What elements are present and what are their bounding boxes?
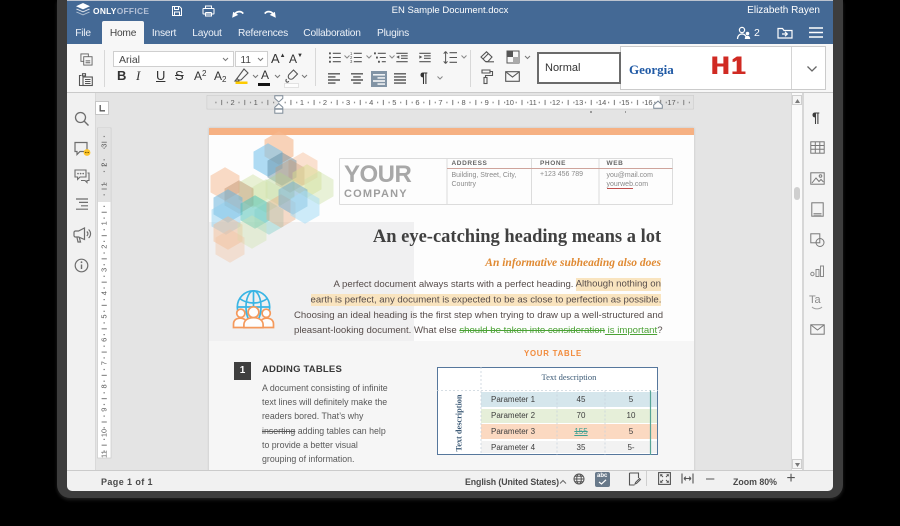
svg-text:5: 5 <box>100 314 109 318</box>
svg-text:9: 9 <box>100 408 109 412</box>
svg-text:16: 16 <box>644 98 652 107</box>
svg-text:11: 11 <box>100 450 109 458</box>
svg-text:1: 1 <box>299 98 303 107</box>
svg-text:5: 5 <box>392 98 396 107</box>
svg-text:2: 2 <box>230 98 234 107</box>
svg-text:14: 14 <box>598 98 606 107</box>
svg-text:15: 15 <box>621 98 629 107</box>
svg-text:12: 12 <box>551 98 559 107</box>
svg-text:2: 2 <box>100 245 109 249</box>
svg-text:1: 1 <box>100 221 109 225</box>
svg-text:9: 9 <box>484 98 488 107</box>
svg-text:10: 10 <box>100 429 109 437</box>
svg-text:10: 10 <box>505 98 513 107</box>
svg-text:4: 4 <box>100 291 109 295</box>
svg-text:13: 13 <box>574 98 582 107</box>
svg-text:1: 1 <box>253 98 257 107</box>
svg-text:8: 8 <box>100 384 109 388</box>
svg-text:3: 3 <box>100 144 109 148</box>
svg-text:11: 11 <box>529 98 537 107</box>
svg-text:2: 2 <box>100 163 109 167</box>
svg-text:7: 7 <box>438 98 442 107</box>
svg-text:17: 17 <box>667 98 675 107</box>
svg-text:1: 1 <box>100 182 109 186</box>
svg-text:4: 4 <box>369 98 373 107</box>
svg-text:6: 6 <box>100 338 109 342</box>
svg-text:3: 3 <box>346 98 350 107</box>
svg-text:6: 6 <box>415 98 419 107</box>
svg-text:8: 8 <box>461 98 465 107</box>
svg-text:2: 2 <box>322 98 326 107</box>
svg-text:3: 3 <box>100 268 109 272</box>
svg-text:7: 7 <box>100 361 109 365</box>
